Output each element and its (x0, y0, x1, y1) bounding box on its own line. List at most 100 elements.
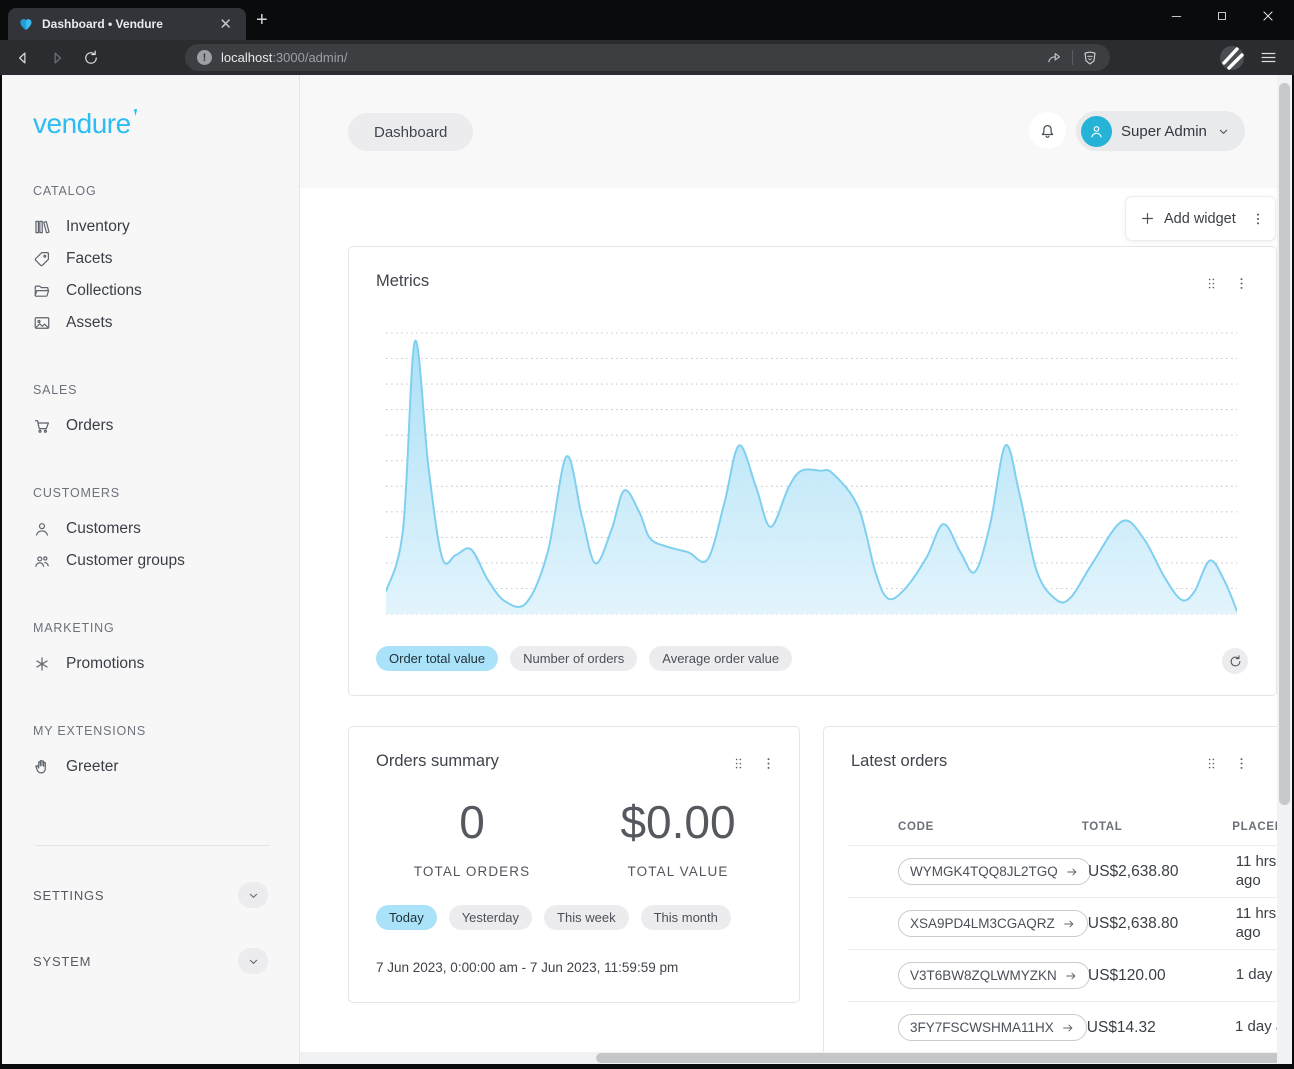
add-widget-kebab-icon[interactable] (1250, 211, 1266, 227)
window-minimize-button[interactable] (1168, 8, 1184, 24)
kebab-menu-icon[interactable] (761, 756, 776, 771)
order-placed-at: 11 hrsago (1236, 905, 1277, 943)
order-code-link[interactable]: XSA9PD4LM3CGAQRZ (898, 910, 1088, 937)
sidebar-item-label: Facets (66, 250, 113, 268)
order-code: V3T6BW8ZQLWMYZKN (910, 968, 1057, 983)
horizontal-scrollbar-thumb[interactable] (596, 1053, 1277, 1063)
filter-pill-order-total-value[interactable]: Order total value (376, 646, 498, 671)
menu-hamburger-icon[interactable] (1259, 48, 1278, 67)
reload-button[interactable] (80, 47, 102, 69)
tab-title: Dashboard • Vendure (42, 17, 215, 31)
vendure-logo: vendure (33, 108, 131, 140)
refresh-button[interactable] (1222, 648, 1248, 674)
notification-bell-button[interactable] (1029, 112, 1066, 149)
brave-shield-icon[interactable] (1082, 50, 1098, 66)
sidebar-section-marketing: MARKETING Promotions (33, 621, 299, 680)
new-tab-button[interactable]: + (256, 10, 268, 30)
arrow-right-icon (1064, 969, 1078, 983)
filter-pill-average-order-value[interactable]: Average order value (649, 646, 792, 671)
date-range-text: 7 Jun 2023, 0:00:00 am - 7 Jun 2023, 11:… (376, 960, 678, 975)
sidebar-item-customer-groups[interactable]: Customer groups (33, 545, 299, 577)
window-maximize-button[interactable] (1214, 8, 1230, 24)
order-code-link[interactable]: 3FY7FSCWSHMA11HX (898, 1014, 1087, 1041)
window-close-button[interactable] (1260, 8, 1276, 24)
sidebar-item-label: Customers (66, 520, 141, 538)
user-name: Super Admin (1121, 123, 1207, 140)
users-icon (33, 552, 51, 570)
sidebar-item-inventory[interactable]: Inventory (33, 211, 299, 243)
main-content: Dashboard Super Admin Add widget (300, 75, 1277, 1064)
filter-pill-this-month[interactable]: This month (641, 905, 731, 930)
url-bar[interactable]: ! localhost:3000/admin/ (185, 44, 1110, 71)
sidebar-collapsible-settings[interactable]: SETTINGS (33, 878, 268, 912)
order-code-link[interactable]: V3T6BW8ZQLWMYZKN (898, 962, 1090, 989)
total-orders-value: 0 (369, 795, 575, 849)
chevron-down-icon (1216, 124, 1231, 139)
expand-button[interactable] (238, 882, 268, 908)
order-code: XSA9PD4LM3CGAQRZ (910, 916, 1055, 931)
kebab-menu-icon[interactable] (1234, 756, 1249, 771)
inventory-icon (33, 218, 51, 236)
add-widget-label: Add widget (1164, 211, 1236, 227)
sidebar-item-label: Inventory (66, 218, 130, 236)
tab-close-icon[interactable]: ✕ (215, 15, 236, 34)
cart-icon (33, 417, 51, 435)
browser-window: Dashboard • Vendure ✕ + ! localhost:3000… (0, 0, 1294, 1069)
sidebar-section-catalog: CATALOGInventoryFacetsCollectionsAssets (33, 184, 299, 339)
user-menu-button[interactable]: Super Admin (1076, 111, 1245, 151)
profile-avatar[interactable] (1219, 45, 1245, 71)
order-placed-at: 11 hrsago (1236, 853, 1277, 891)
browser-tab[interactable]: Dashboard • Vendure ✕ (8, 8, 246, 40)
order-code-link[interactable]: WYMGK4TQQ8JL2TGQ (898, 858, 1091, 885)
filter-pill-number-of-orders[interactable]: Number of orders (510, 646, 637, 671)
filter-pill-yesterday[interactable]: Yesterday (449, 905, 532, 930)
table-row: V3T6BW8ZQLWMYZKNUS$120.001 day ago (848, 950, 1277, 1002)
expand-button[interactable] (238, 948, 268, 974)
filter-pill-today[interactable]: Today (376, 905, 437, 930)
arrow-right-icon (1062, 917, 1076, 931)
sidebar-section-label: CUSTOMERS (33, 486, 299, 500)
sidebar-collapsible-system[interactable]: SYSTEM (33, 944, 268, 978)
order-code: WYMGK4TQQ8JL2TGQ (910, 864, 1058, 879)
logo-mark (133, 109, 138, 116)
order-code: 3FY7FSCWSHMA11HX (910, 1020, 1054, 1035)
vendure-favicon-heart-icon (18, 16, 34, 32)
sidebar-section-sales: SALES Orders (33, 383, 299, 442)
vertical-scrollbar-thumb[interactable] (1279, 83, 1290, 805)
sidebar-item-customers[interactable]: Customers (33, 513, 299, 545)
sidebar-section-label: MARKETING (33, 621, 299, 635)
sidebar-item-facets[interactable]: Facets (33, 243, 299, 275)
chevron-down-icon (246, 954, 261, 969)
sidebar-section-label: SALES (33, 383, 299, 397)
drag-handle-icon[interactable] (1204, 276, 1219, 291)
horizontal-scrollbar[interactable] (300, 1052, 1277, 1064)
breadcrumb[interactable]: Dashboard (348, 113, 473, 151)
sidebar-item-promotions[interactable]: Promotions (33, 648, 299, 680)
total-value-label: TOTAL VALUE (575, 864, 781, 879)
vertical-scrollbar[interactable] (1277, 75, 1292, 1064)
orders-summary-title: Orders summary (376, 752, 499, 771)
refresh-icon (1228, 654, 1243, 669)
sidebar-section-my-extensions: MY EXTENSIONS Greeter (33, 724, 299, 783)
share-icon[interactable] (1046, 49, 1063, 66)
site-info-icon[interactable]: ! (197, 50, 212, 65)
drag-handle-icon[interactable] (1204, 756, 1219, 771)
forward-button[interactable] (46, 47, 68, 69)
arrow-right-icon (1065, 865, 1079, 879)
sidebar-item-assets[interactable]: Assets (33, 307, 299, 339)
sidebar-item-orders[interactable]: Orders (33, 410, 299, 442)
chevron-down-icon (246, 888, 261, 903)
sidebar-item-label: Greeter (66, 758, 119, 776)
sidebar-section-label: MY EXTENSIONS (33, 724, 299, 738)
filter-pill-this-week[interactable]: This week (544, 905, 629, 930)
sidebar-item-collections[interactable]: Collections (33, 275, 299, 307)
chart-area-fill (386, 341, 1237, 614)
drag-handle-icon[interactable] (731, 756, 746, 771)
column-header-placed-at: PLACED AT (1232, 821, 1277, 833)
order-total: US$2,638.80 (1088, 863, 1188, 881)
add-widget-button[interactable]: Add widget (1125, 196, 1276, 241)
sidebar-item-greeter[interactable]: Greeter (33, 751, 299, 783)
kebab-menu-icon[interactable] (1234, 276, 1249, 291)
bell-icon (1038, 121, 1057, 140)
back-button[interactable] (12, 47, 34, 69)
